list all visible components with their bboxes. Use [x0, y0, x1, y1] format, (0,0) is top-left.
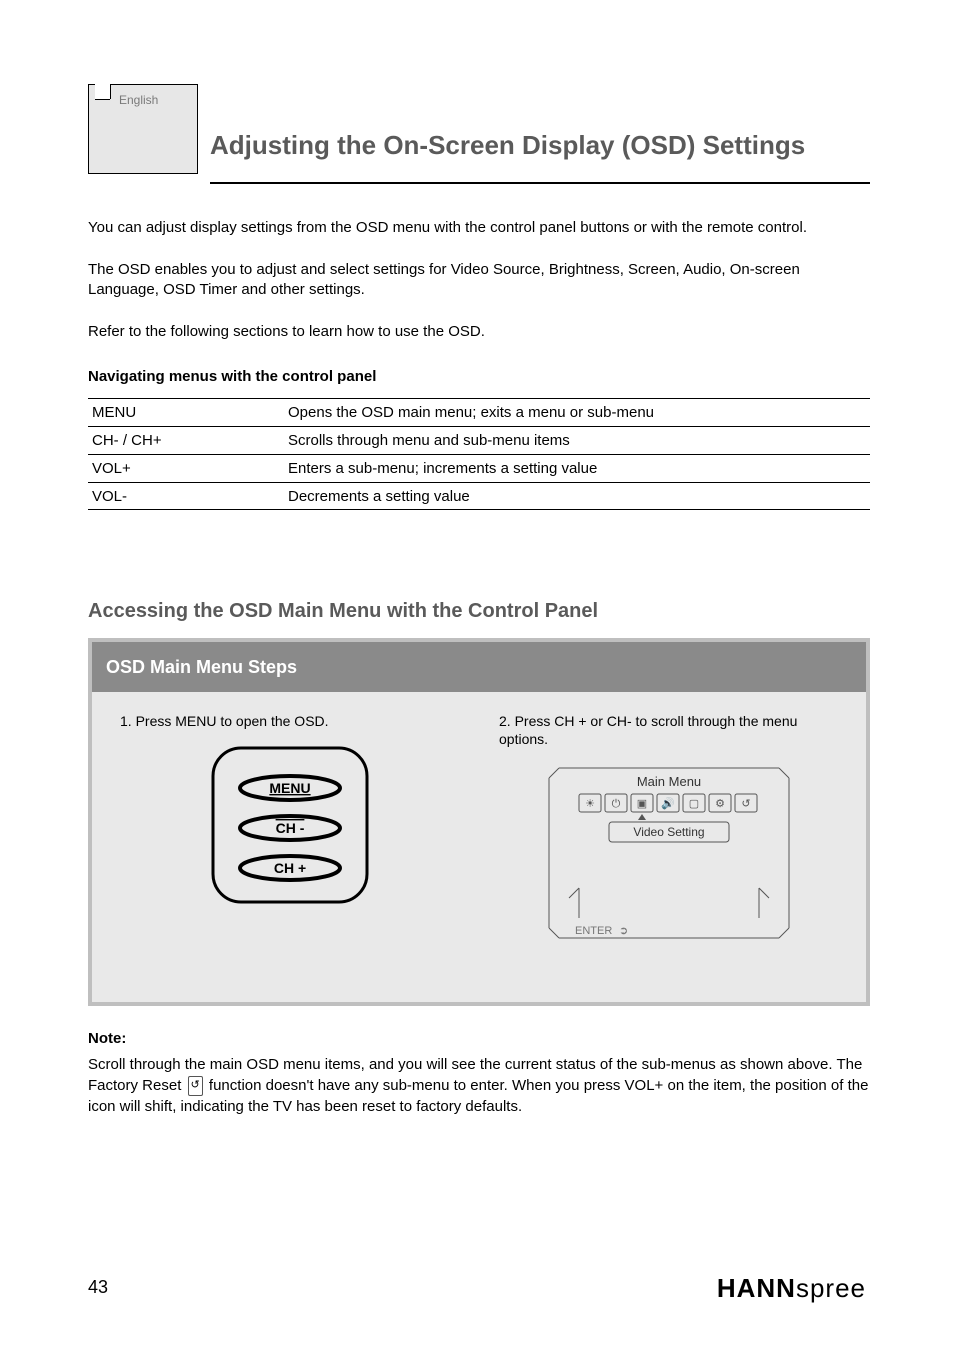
note-text: Scroll through the main OSD menu items, … [88, 1054, 870, 1117]
remote-chplus-label: CH + [273, 860, 305, 876]
panel-body: 1. Press MENU to open the OSD. MENU CH - [92, 692, 866, 1002]
osd-title: Main Menu [636, 774, 700, 789]
panel-titlebar: OSD Main Menu Steps [92, 642, 866, 692]
reset-icon: ↺ [741, 798, 750, 810]
table-cell-btn: MENU [88, 404, 288, 421]
tab-notch [95, 84, 110, 99]
table-cell-btn: CH- / CH+ [88, 432, 288, 449]
section-title: Adjusting the On-Screen Display (OSD) Se… [210, 130, 805, 161]
picture-icon: ▣ [636, 798, 646, 810]
intro-paragraph-2: The OSD enables you to adjust and select… [88, 260, 870, 301]
table-cell-desc: Opens the OSD main menu; exits a menu or… [288, 404, 870, 421]
panel-col-1: 1. Press MENU to open the OSD. MENU CH - [120, 712, 459, 958]
nav-subheading: Navigating menus with the control panel [88, 368, 376, 385]
intro-paragraph-1: You can adjust display settings from the… [88, 218, 870, 238]
osd-enter-label: ENTER [575, 925, 612, 937]
table-cell-desc: Scrolls through menu and sub-menu items [288, 432, 870, 449]
step-1-text: 1. Press MENU to open the OSD. [120, 712, 459, 730]
table-cell-btn: VOL- [88, 488, 288, 505]
brand-logo: HANNspree [717, 1273, 866, 1304]
table-cell-btn: VOL+ [88, 460, 288, 477]
table-row: CH- / CH+ Scrolls through menu and sub-m… [88, 426, 870, 454]
panel-col-2: 2. Press CH + or CH- to scroll through t… [499, 712, 838, 958]
nav-table: MENU Opens the OSD main menu; exits a me… [88, 398, 870, 510]
audio-icon: 🔊 [661, 796, 675, 810]
language-tab: English [88, 84, 198, 174]
language-label: English [119, 93, 158, 107]
remote-menu-label: MENU [269, 780, 310, 796]
logo-bold: HANN [717, 1273, 796, 1303]
title-rule [210, 182, 870, 184]
osd-screen-illustration: Main Menu ☀ ⏻ ▣ [539, 758, 799, 958]
table-cell-desc: Decrements a setting value [288, 488, 870, 505]
intro-paragraph-3: Refer to the following sections to learn… [88, 322, 870, 342]
note-after: function doesn't have any sub-menu to en… [88, 1077, 868, 1115]
table-row: VOL+ Enters a sub-menu; increments a set… [88, 454, 870, 482]
control-panel-illustration: MENU CH - CH + [205, 740, 375, 910]
steps-panel: OSD Main Menu Steps 1. Press MENU to ope… [88, 638, 870, 1006]
screen-icon: ▢ [688, 798, 698, 810]
page-number: 43 [88, 1277, 108, 1298]
osd-sub-label: Video Setting [633, 825, 704, 839]
remote-chminus-label: CH - [275, 820, 304, 836]
factory-reset-icon: ↺ [188, 1076, 203, 1095]
enter-arrow-icon: ➲ [619, 925, 628, 937]
power-icon: ⏻ [611, 798, 620, 810]
note-heading: Note: [88, 1030, 126, 1047]
step-2-text: 2. Press CH + or CH- to scroll through t… [499, 712, 838, 748]
panel-heading: Accessing the OSD Main Menu with the Con… [88, 600, 598, 623]
table-row: VOL- Decrements a setting value [88, 482, 870, 510]
brightness-icon: ☀ [585, 798, 595, 810]
table-row: MENU Opens the OSD main menu; exits a me… [88, 398, 870, 426]
table-cell-desc: Enters a sub-menu; increments a setting … [288, 460, 870, 477]
logo-light: spree [796, 1273, 866, 1303]
selection-arrow-icon [638, 814, 646, 820]
settings-icon: ⚙ [715, 798, 725, 810]
